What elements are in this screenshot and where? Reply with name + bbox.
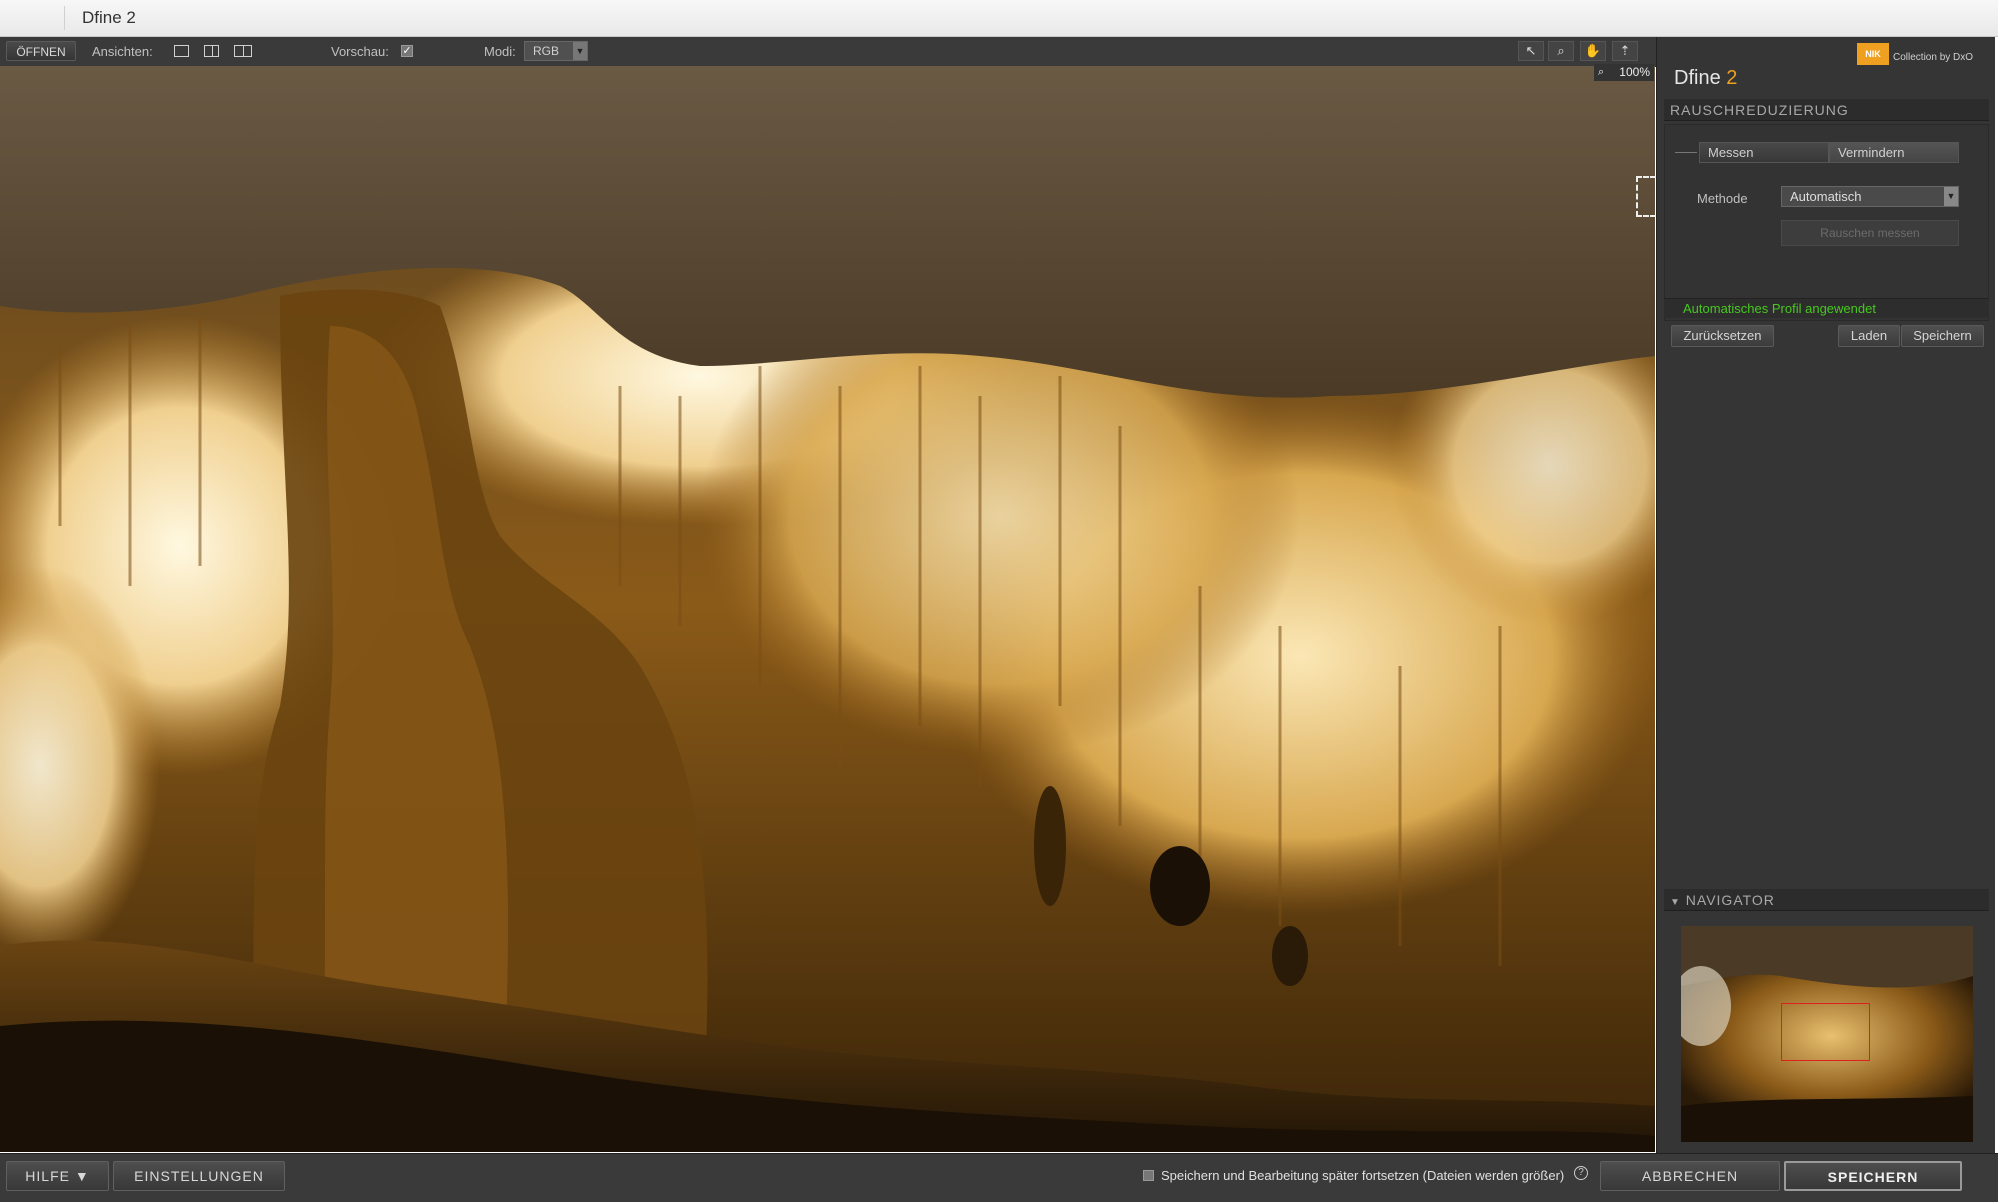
zoom-indicator: ⌕ 100% [1594,64,1654,81]
magnifier-icon: ⌕ [1598,66,1605,78]
mode-label: Modi: [484,44,516,59]
zoom-value: 100% [1619,65,1650,79]
navigator-viewport-frame[interactable] [1781,1003,1870,1061]
app-version: 2 [1726,67,1738,89]
control-panel: NIK Collection by DxO Dfine 2 RAUSCHREDU… [1656,37,1995,1153]
toolbar: ÖFFNEN Ansichten: Vorschau: ✓ Modi: RGB … [0,37,1656,67]
mode-value: RGB [533,44,560,58]
title-separator [64,6,65,30]
zoom-icon[interactable]: ⌕ [1548,41,1574,61]
settings-button[interactable]: EINSTELLUNGEN [113,1161,285,1191]
image-canvas[interactable] [0,66,1655,1152]
bottom-bar: HILFE ▼ EINSTELLUNGEN Speichern und Bear… [0,1153,1998,1202]
section-header-navigator[interactable]: ▼ NAVIGATOR [1664,889,1989,911]
app-name-text: Dfine [1674,67,1721,89]
compare-icon[interactable]: ⇡ [1612,41,1638,61]
hand-icon[interactable]: ✋ [1580,41,1606,61]
preview-label: Vorschau: [331,44,389,59]
brand-text: Collection by DxO [1893,52,1974,63]
help-button[interactable]: HILFE ▼ [6,1161,109,1191]
mode-select[interactable]: RGB ▼ [524,41,588,61]
window-title: Dfine 2 [82,8,136,27]
open-button[interactable]: ÖFFNEN [6,41,76,61]
single-view-icon[interactable] [174,45,189,57]
arrow-pointer-icon[interactable]: ↖ [1518,41,1544,61]
navigator-title: NAVIGATOR [1685,892,1775,908]
side-by-side-view-icon[interactable] [234,45,252,57]
triangle-down-icon: ▼ [1670,897,1681,908]
title-bar: Dfine 2 [0,0,1998,37]
nik-logo: NIK [1857,43,1889,65]
views-label: Ansichten: [92,44,153,59]
collapse-line [1675,152,1697,153]
method-label: Methode [1697,191,1748,206]
reset-button[interactable]: Zurücksetzen [1671,325,1774,347]
save-button[interactable]: SPEICHERN [1784,1161,1962,1191]
tab-reduce[interactable]: Vermindern [1829,142,1959,163]
method-select[interactable]: Automatisch ▼ [1781,186,1959,207]
load-button[interactable]: Laden [1838,325,1900,347]
loupe-handle[interactable] [1636,176,1656,217]
cave-photo [0,66,1655,1152]
split-view-icon[interactable] [204,45,219,57]
status-message: Automatisches Profil angewendet [1664,298,1989,318]
info-icon[interactable]: ? [1574,1166,1588,1180]
tab-measure[interactable]: Messen [1699,142,1829,163]
preview-checkbox[interactable]: ✓ [401,45,413,57]
section-header-noise-reduction[interactable]: RAUSCHREDUZIERUNG [1664,99,1989,121]
chevron-down-icon: ▼ [1944,187,1958,206]
save-later-text: Speichern und Bearbeitung später fortset… [1161,1168,1565,1183]
method-value: Automatisch [1790,189,1862,204]
cancel-button[interactable]: ABBRECHEN [1600,1161,1780,1191]
measure-noise-button[interactable]: Rauschen messen [1781,220,1959,246]
chevron-down-icon: ▼ [573,42,587,60]
dfine-window: Dfine 2 ÖFFNEN Ansichten: Vorschau: ✓ Mo… [0,0,2000,1202]
app-name: Dfine 2 [1674,67,1737,90]
save-later-checkbox[interactable] [1143,1170,1154,1181]
save-settings-button[interactable]: Speichern [1901,325,1984,347]
